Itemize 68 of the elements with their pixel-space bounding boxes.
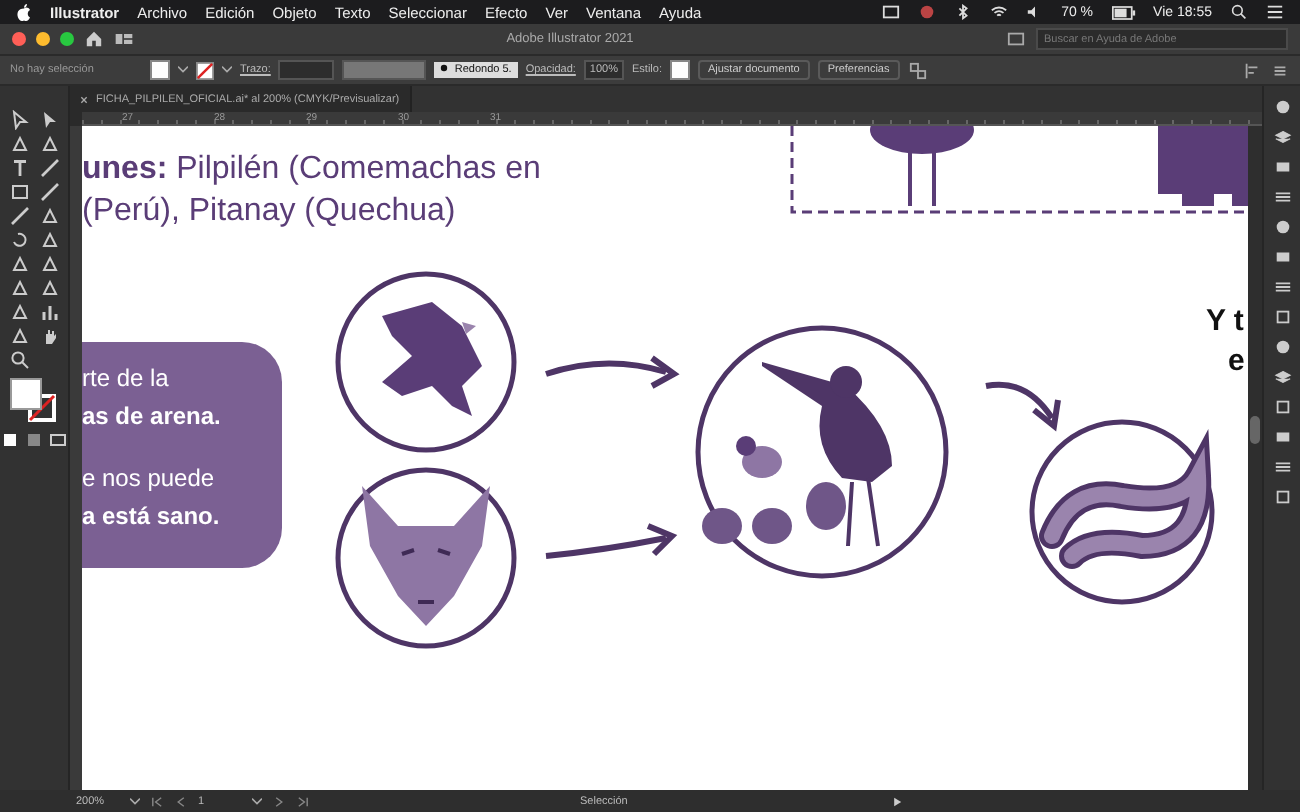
scrollbar-thumb[interactable] [1250, 416, 1260, 444]
layers-icon[interactable] [1273, 128, 1291, 146]
first-page-icon[interactable] [150, 795, 164, 807]
lines-icon[interactable] [1273, 458, 1291, 476]
chart-icon[interactable] [39, 302, 59, 322]
circle-icon[interactable] [1273, 338, 1291, 356]
figure-legs-drawing [1158, 126, 1248, 206]
close-button[interactable] [12, 32, 26, 46]
bluetooth-icon[interactable] [953, 4, 972, 20]
fill-swatch[interactable] [150, 60, 170, 80]
close-icon[interactable] [80, 95, 88, 103]
brush-dot-icon [440, 64, 449, 72]
bird-legs-drawing [870, 126, 974, 208]
display-icon[interactable] [881, 4, 900, 20]
rectangle-icon[interactable] [1273, 158, 1291, 176]
caret-icon[interactable] [252, 797, 262, 805]
square-icon[interactable] [1273, 308, 1291, 326]
lines-icon[interactable] [1273, 188, 1291, 206]
heading-text: unes: Pilpilén (Comemachas en [82, 150, 541, 190]
circle-icon[interactable] [1273, 218, 1291, 236]
caret-icon[interactable] [222, 66, 232, 74]
arrow [545, 355, 680, 389]
status-circle-icon[interactable] [917, 4, 936, 20]
square-icon[interactable] [1273, 488, 1291, 506]
style-swatch[interactable] [669, 60, 690, 80]
arrow [545, 523, 678, 559]
card-text: as de arena. [82, 400, 223, 434]
side-heading-text: Y t [1206, 302, 1245, 342]
arrow [985, 381, 1061, 432]
home-icon[interactable] [84, 30, 104, 48]
heading-text: (Perú), Pitanay (Quechua) [82, 192, 458, 232]
next-icon[interactable] [272, 795, 286, 807]
stroke-none-swatch[interactable] [28, 394, 56, 422]
circle-icon[interactable] [1273, 98, 1291, 116]
search-icon[interactable] [1230, 4, 1248, 20]
screen-mode-icon[interactable] [48, 430, 68, 450]
panel-icon[interactable] [1006, 30, 1027, 48]
arrange-icon[interactable] [907, 61, 928, 79]
rectangle-icon[interactable] [9, 182, 29, 202]
caret-icon[interactable] [178, 66, 188, 74]
side-heading-text: e [1226, 342, 1245, 382]
rectangle-icon[interactable] [1273, 428, 1291, 446]
rectangle-icon[interactable] [1273, 248, 1291, 266]
minimize-button[interactable] [36, 32, 50, 46]
caret-icon[interactable] [130, 797, 140, 805]
text-tool-icon[interactable] [9, 158, 29, 178]
stroke-weight-field[interactable] [278, 60, 335, 80]
card-text: e nos puede [82, 462, 217, 496]
wifi-icon[interactable] [989, 4, 1008, 20]
zoom-button[interactable] [60, 32, 74, 46]
play-icon[interactable] [890, 795, 904, 807]
last-page-icon[interactable] [296, 795, 310, 807]
battery-icon[interactable] [1111, 5, 1136, 19]
card-text: rte de la [82, 362, 171, 396]
align-icon[interactable] [1242, 61, 1262, 79]
previous-icon[interactable] [174, 795, 188, 807]
list-icon[interactable] [1266, 4, 1284, 20]
variable-width-field[interactable] [342, 60, 427, 80]
lines-icon[interactable] [1273, 278, 1291, 296]
fill-swatch[interactable] [10, 378, 42, 410]
layers-icon[interactable] [1273, 368, 1291, 386]
square-icon[interactable] [1273, 398, 1291, 416]
stroke-none-swatch[interactable] [196, 61, 214, 79]
menu-icon[interactable] [1270, 61, 1290, 79]
card-text: a está sano. [82, 500, 222, 534]
apple-icon[interactable] [16, 3, 32, 21]
zoom-icon[interactable] [9, 350, 29, 370]
workspace-icon[interactable] [114, 30, 134, 48]
